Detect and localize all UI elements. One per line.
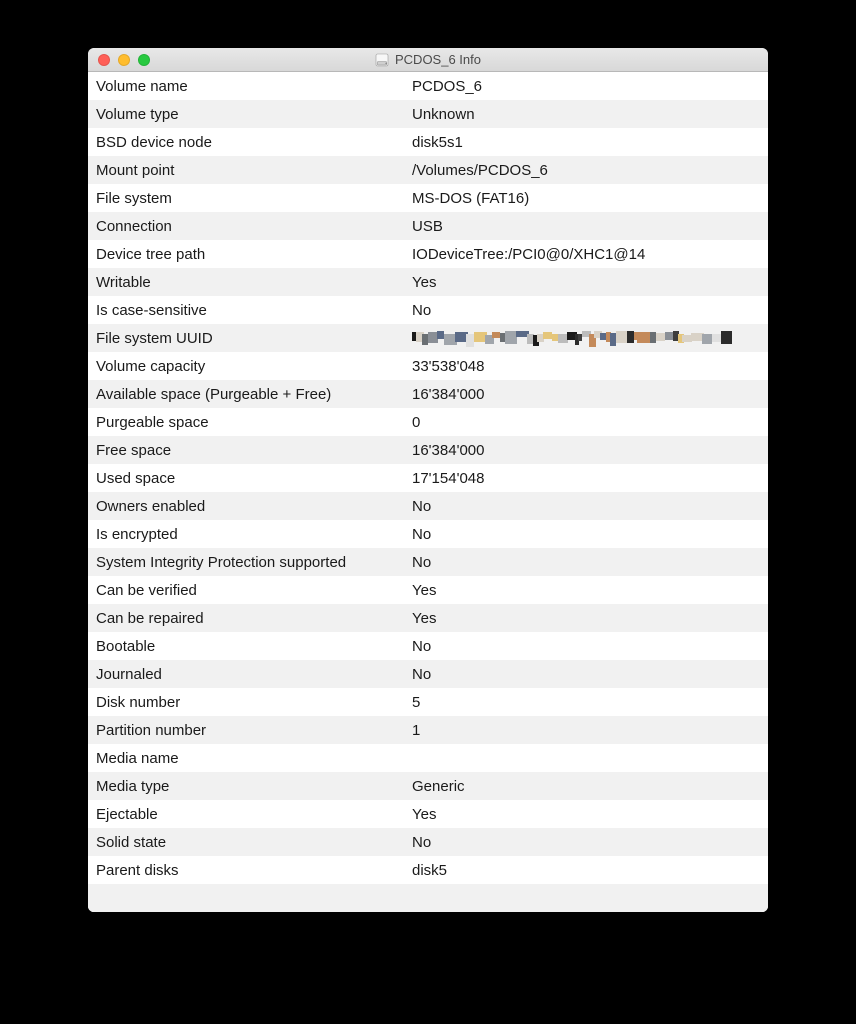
footer-spacer: [88, 884, 768, 912]
property-value: No: [408, 834, 768, 851]
table-row: Volume capacity33'538'048: [88, 352, 768, 380]
table-row: Partition number1: [88, 716, 768, 744]
maximize-button[interactable]: [138, 54, 150, 66]
property-value: MS-DOS (FAT16): [408, 190, 768, 207]
table-row: WritableYes: [88, 268, 768, 296]
table-row: BSD device nodedisk5s1: [88, 128, 768, 156]
property-value: No: [408, 666, 768, 683]
table-row: Used space17'154'048: [88, 464, 768, 492]
property-value: No: [408, 498, 768, 515]
property-value: disk5: [408, 862, 768, 879]
property-label: Disk number: [88, 694, 408, 711]
property-label: Ejectable: [88, 806, 408, 823]
property-label: Volume capacity: [88, 358, 408, 375]
table-row: Disk number5: [88, 688, 768, 716]
property-value: 16'384'000: [408, 442, 768, 459]
property-label: File system: [88, 190, 408, 207]
table-row: File systemMS-DOS (FAT16): [88, 184, 768, 212]
property-value: No: [408, 554, 768, 571]
property-label: Media name: [88, 750, 408, 767]
window-title-container: PCDOS_6 Info: [88, 52, 768, 67]
property-value: No: [408, 302, 768, 319]
property-label: Parent disks: [88, 862, 408, 879]
property-label: Purgeable space: [88, 414, 408, 431]
table-row: JournaledNo: [88, 660, 768, 688]
table-row: File system UUID: [88, 324, 768, 352]
property-value: /Volumes/PCDOS_6: [408, 162, 768, 179]
property-label: Writable: [88, 274, 408, 291]
property-value: 16'384'000: [408, 386, 768, 403]
property-label: Volume type: [88, 106, 408, 123]
property-value: 33'538'048: [408, 358, 768, 375]
property-value: disk5s1: [408, 134, 768, 151]
property-label: Journaled: [88, 666, 408, 683]
table-row: ConnectionUSB: [88, 212, 768, 240]
info-table: Volume namePCDOS_6Volume typeUnknownBSD …: [88, 72, 768, 912]
property-value: Yes: [408, 610, 768, 627]
property-label: Mount point: [88, 162, 408, 179]
property-label: Can be repaired: [88, 610, 408, 627]
property-value: Yes: [408, 806, 768, 823]
table-row: Is encryptedNo: [88, 520, 768, 548]
property-label: Is encrypted: [88, 526, 408, 543]
property-value: Yes: [408, 582, 768, 599]
info-window: PCDOS_6 Info Volume namePCDOS_6Volume ty…: [88, 48, 768, 912]
table-row: Can be verifiedYes: [88, 576, 768, 604]
table-row: BootableNo: [88, 632, 768, 660]
table-row: Free space16'384'000: [88, 436, 768, 464]
table-row: Mount point/Volumes/PCDOS_6: [88, 156, 768, 184]
property-label: File system UUID: [88, 330, 408, 347]
minimize-button[interactable]: [118, 54, 130, 66]
table-row: Owners enabledNo: [88, 492, 768, 520]
property-value: Yes: [408, 274, 768, 291]
property-label: BSD device node: [88, 134, 408, 151]
property-label: Used space: [88, 470, 408, 487]
table-row: Media name: [88, 744, 768, 772]
table-row: Parent disksdisk5: [88, 856, 768, 884]
property-value: IODeviceTree:/PCI0@0/XHC1@14: [408, 246, 768, 263]
disk-icon: [375, 53, 389, 67]
table-row: Solid stateNo: [88, 828, 768, 856]
property-label: Is case-sensitive: [88, 302, 408, 319]
table-row: Is case-sensitiveNo: [88, 296, 768, 324]
property-value: 17'154'048: [408, 470, 768, 487]
window-title: PCDOS_6 Info: [395, 52, 481, 67]
redacted-value: [412, 331, 732, 347]
table-row: Volume namePCDOS_6: [88, 72, 768, 100]
property-label: System Integrity Protection supported: [88, 554, 408, 571]
property-value: No: [408, 638, 768, 655]
table-row: System Integrity Protection supportedNo: [88, 548, 768, 576]
property-value: 5: [408, 694, 768, 711]
property-label: Bootable: [88, 638, 408, 655]
table-row: Media typeGeneric: [88, 772, 768, 800]
title-bar[interactable]: PCDOS_6 Info: [88, 48, 768, 72]
traffic-lights: [88, 54, 150, 66]
property-label: Volume name: [88, 78, 408, 95]
property-label: Can be verified: [88, 582, 408, 599]
property-label: Available space (Purgeable + Free): [88, 386, 408, 403]
table-row: EjectableYes: [88, 800, 768, 828]
property-label: Connection: [88, 218, 408, 235]
property-value: Unknown: [408, 106, 768, 123]
property-label: Media type: [88, 778, 408, 795]
property-value: 1: [408, 722, 768, 739]
property-value: Generic: [408, 778, 768, 795]
property-value: [408, 329, 768, 346]
property-label: Partition number: [88, 722, 408, 739]
close-button[interactable]: [98, 54, 110, 66]
table-row: Volume typeUnknown: [88, 100, 768, 128]
table-row: Can be repairedYes: [88, 604, 768, 632]
table-row: Purgeable space0: [88, 408, 768, 436]
property-value: PCDOS_6: [408, 78, 768, 95]
property-label: Device tree path: [88, 246, 408, 263]
table-row: Device tree pathIODeviceTree:/PCI0@0/XHC…: [88, 240, 768, 268]
table-row: Available space (Purgeable + Free)16'384…: [88, 380, 768, 408]
property-label: Owners enabled: [88, 498, 408, 515]
property-value: USB: [408, 218, 768, 235]
property-value: 0: [408, 414, 768, 431]
property-label: Free space: [88, 442, 408, 459]
property-label: Solid state: [88, 834, 408, 851]
property-value: No: [408, 526, 768, 543]
